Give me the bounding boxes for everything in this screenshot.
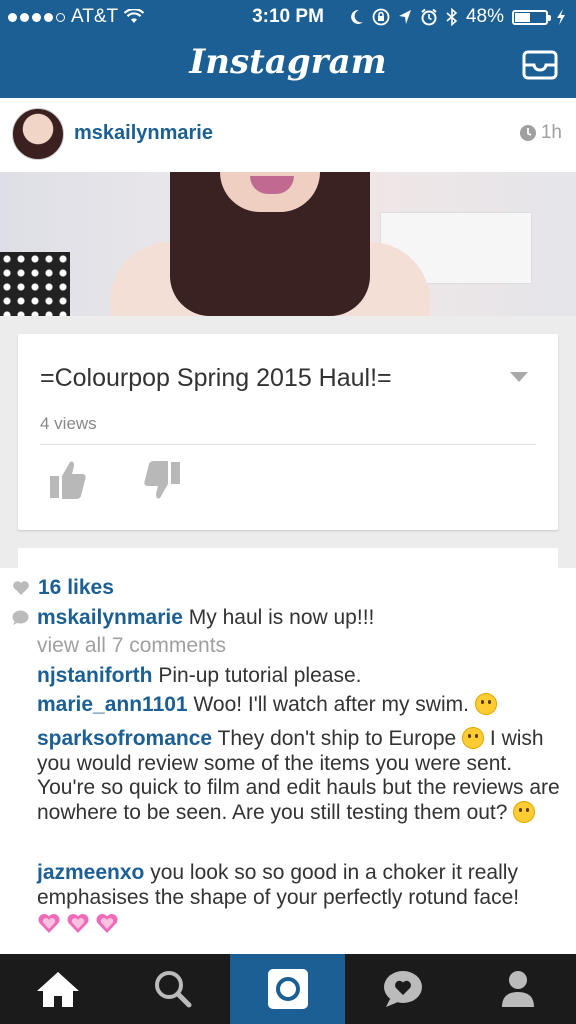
charging-bolt-icon	[557, 9, 565, 25]
tab-activity[interactable]	[345, 954, 460, 1024]
inbox-tray-icon[interactable]	[522, 50, 558, 80]
tab-home[interactable]	[0, 954, 115, 1024]
post-video[interactable]	[0, 172, 576, 316]
grinning-emoji-icon	[513, 800, 536, 823]
likes-count: 16 likes	[38, 576, 114, 599]
moon-icon	[351, 9, 363, 24]
bottom-tab-bar	[0, 954, 576, 1024]
post-details: 16 likes mskailynmarie My haul is now up…	[0, 568, 576, 954]
heart-emojis	[37, 912, 119, 934]
sparkling-heart-icon	[96, 913, 118, 933]
comment-username[interactable]: njstaniforth	[37, 664, 153, 687]
comment: njstaniforth Pin-up tutorial please.	[37, 664, 565, 689]
post-timestamp: 1h	[519, 122, 562, 144]
avatar[interactable]	[12, 108, 64, 160]
comment-username[interactable]: sparksofromance	[37, 727, 212, 750]
view-all-comments-link[interactable]: view all 7 comments	[37, 634, 226, 658]
battery-percent: 48%	[465, 6, 504, 27]
comment: sparksofromance They don't ship to Europ…	[37, 727, 565, 825]
comment-text: Woo! I'll watch after my swim.	[193, 693, 469, 716]
post-header: mskailynmarie 1h	[0, 98, 576, 173]
bluetooth-icon	[446, 8, 458, 26]
status-bar: AT&T 3:10 PM 48%	[0, 0, 576, 34]
comment-username[interactable]: jazmeenxo	[37, 861, 144, 884]
video-views: 4 views	[40, 414, 97, 433]
video-title: =Colourpop Spring 2015 Haul!=	[40, 364, 392, 392]
heart-icon	[13, 581, 29, 595]
sparkling-heart-icon	[67, 913, 89, 933]
battery-fill	[515, 12, 531, 22]
location-icon	[398, 10, 411, 24]
activity-heart-icon	[383, 971, 422, 1007]
home-icon	[36, 972, 79, 1007]
weary-emoji-icon	[462, 727, 485, 749]
tab-camera[interactable]	[230, 954, 345, 1024]
instagram-logo: Instagram	[189, 42, 387, 82]
search-icon	[154, 971, 191, 1008]
comment: jazmeenxo you look so so good in a choke…	[37, 861, 565, 941]
tab-explore[interactable]	[115, 954, 230, 1024]
youtube-info-overlay: =Colourpop Spring 2015 Haul!= 4 views	[0, 316, 576, 578]
thumbs-up-icon[interactable]	[48, 458, 88, 502]
time-ago-label: 1h	[540, 122, 562, 143]
caption-username[interactable]: mskailynmarie	[37, 606, 183, 629]
thumbs-down-icon[interactable]	[142, 458, 182, 502]
chevron-down-icon[interactable]	[510, 372, 528, 382]
divider	[40, 444, 536, 445]
caption-text: My haul is now up!!!	[188, 606, 375, 629]
alarm-icon	[421, 8, 437, 26]
comment-username[interactable]: marie_ann1101	[37, 693, 188, 716]
likes-row[interactable]: 16 likes	[12, 576, 114, 600]
video-info-card: =Colourpop Spring 2015 Haul!= 4 views	[18, 334, 558, 530]
post-username[interactable]: mskailynmarie	[74, 122, 213, 145]
battery-icon	[512, 9, 551, 25]
profile-icon	[501, 971, 534, 1007]
status-icons: 48%	[350, 6, 566, 28]
camera-icon	[267, 969, 308, 1009]
top-nav-bar: Instagram	[0, 34, 576, 98]
comment-text: They don't ship to Europe	[217, 727, 457, 750]
tab-profile[interactable]	[460, 954, 575, 1024]
comment-bubble-icon	[12, 610, 29, 625]
clock-icon	[519, 125, 536, 141]
comment: marie_ann1101 Woo! I'll watch after my s…	[37, 693, 565, 718]
comment-text: Pin-up tutorial please.	[158, 664, 362, 687]
smiling-emoji-icon	[474, 693, 497, 715]
caption-row: mskailynmarie My haul is now up!!!	[12, 606, 564, 630]
sparkling-heart-icon	[38, 913, 60, 933]
rotation-lock-icon	[372, 8, 390, 26]
